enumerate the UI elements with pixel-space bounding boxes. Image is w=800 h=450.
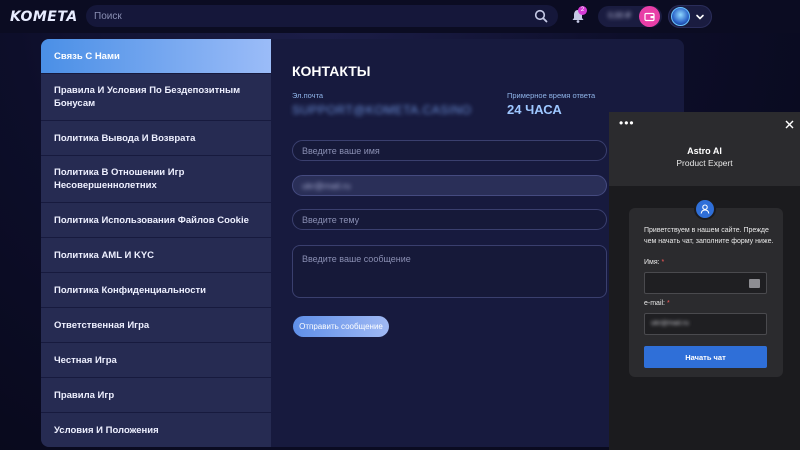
agent-role: Product Expert bbox=[676, 158, 733, 168]
response-time-value: 24 ЧАСА bbox=[507, 102, 562, 117]
sidebar-item-aml-kyc[interactable]: Политика AML И KYC bbox=[41, 238, 271, 273]
chat-name-label: Имя: * bbox=[644, 259, 665, 266]
name-field[interactable] bbox=[292, 140, 607, 161]
start-chat-button[interactable]: Начать чат bbox=[644, 346, 767, 368]
chat-greeting: Приветствуем в нашем сайте. Прежде чем н… bbox=[644, 227, 774, 245]
top-header: KOMETA 2 0,00 ₽ bbox=[0, 0, 800, 33]
email-label: Эл.почта bbox=[292, 91, 324, 100]
sidebar-item-withdrawal[interactable]: Политика Вывода И Возврата bbox=[41, 121, 271, 156]
user-menu[interactable] bbox=[668, 5, 712, 28]
chat-email-label: e-mail: * bbox=[644, 300, 670, 307]
chat-email-field[interactable]: ukr@mail.ru bbox=[644, 313, 767, 335]
sidebar-item-game-rules[interactable]: Правила Игр bbox=[41, 378, 271, 413]
name-input[interactable] bbox=[302, 145, 606, 156]
sidebar-item-no-deposit-bonus[interactable]: Правила И Условия По Бездепозитным Бонус… bbox=[41, 74, 271, 121]
keyboard-icon bbox=[749, 279, 760, 288]
agent-name: Astro AI bbox=[687, 146, 722, 156]
sidebar: Связь С Нами Правила И Условия По Бездеп… bbox=[41, 39, 271, 447]
notification-badge: 2 bbox=[578, 6, 587, 15]
avatar[interactable] bbox=[671, 7, 690, 26]
subject-field[interactable] bbox=[292, 209, 607, 230]
wallet-button[interactable] bbox=[639, 6, 660, 27]
response-time-label: Примерное время ответа bbox=[507, 91, 596, 100]
send-message-button[interactable]: Отправить сообщение bbox=[293, 316, 389, 337]
chat-form: Приветствуем в нашем сайте. Прежде чем н… bbox=[629, 208, 783, 377]
sidebar-item-terms[interactable]: Условия И Положения bbox=[41, 413, 271, 447]
chat-name-input[interactable] bbox=[650, 274, 750, 295]
wallet-icon bbox=[644, 12, 655, 22]
chevron-down-icon[interactable] bbox=[695, 12, 705, 22]
subject-input[interactable] bbox=[302, 214, 606, 225]
chat-name-field[interactable] bbox=[644, 272, 767, 295]
search-input[interactable] bbox=[94, 10, 514, 22]
chat-email-value[interactable]: ukr@mail.ru bbox=[651, 320, 689, 327]
search-icon[interactable] bbox=[534, 9, 548, 23]
kometa-logo[interactable]: KOMETA bbox=[10, 9, 78, 25]
support-card: Связь С Нами Правила И Условия По Бездеп… bbox=[41, 39, 684, 447]
menu-dots-icon[interactable]: ••• bbox=[619, 116, 635, 130]
page-title: КОНТАКТЫ bbox=[292, 63, 371, 79]
user-icon bbox=[700, 204, 710, 214]
email-input-value[interactable]: ukr@mail.ru bbox=[302, 181, 351, 191]
sidebar-item-fair-play[interactable]: Честная Игра bbox=[41, 343, 271, 378]
chat-widget: ••• Astro AI Product Expert Приветствуем… bbox=[609, 112, 800, 450]
agent-avatar bbox=[694, 198, 716, 220]
sidebar-item-privacy[interactable]: Политика Конфиденциальности bbox=[41, 273, 271, 308]
message-input[interactable] bbox=[302, 254, 597, 289]
email-field[interactable]: ukr@mail.ru bbox=[292, 175, 607, 196]
chat-header: ••• Astro AI Product Expert bbox=[609, 112, 800, 186]
sidebar-item-contact[interactable]: Связь С Нами bbox=[41, 39, 271, 74]
support-email[interactable]: SUPPORT@KOMETA.CASINO bbox=[292, 103, 472, 117]
message-field[interactable] bbox=[292, 245, 607, 298]
balance-amount: 0,00 ₽ bbox=[608, 11, 631, 20]
sidebar-item-underage[interactable]: Политика В Отношении Игр Несовершеннолет… bbox=[41, 156, 271, 203]
sidebar-item-responsible-gaming[interactable]: Ответственная Игра bbox=[41, 308, 271, 343]
close-icon[interactable] bbox=[785, 120, 794, 129]
sidebar-item-cookie[interactable]: Политика Использования Файлов Cookie bbox=[41, 203, 271, 238]
search-bar[interactable] bbox=[86, 5, 558, 27]
